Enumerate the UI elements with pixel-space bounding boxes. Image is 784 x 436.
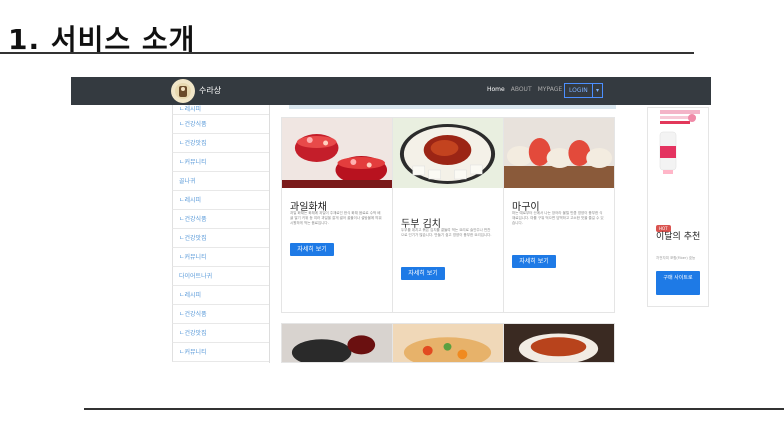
sidebar-item[interactable]: 다이어트나귀 (172, 267, 269, 286)
sidebar-item[interactable]: ㄴ커뮤니티 (172, 248, 269, 267)
detail-button[interactable]: 자세히 보기 (290, 243, 334, 256)
sidebar-item[interactable]: ㄴ건강식품 (172, 115, 269, 134)
slide: 1. 서비스 소개 수라상 Home ABOUT MYPAGE LOGIN ▾ … (0, 0, 784, 436)
ad-product-image[interactable] (652, 108, 706, 186)
recipe-card: 마구이 마는 예로부터 산에서 나는 장어라 불릴 만큼 영양이 풍부한 식재료… (504, 118, 614, 312)
nav-home[interactable]: Home (487, 86, 505, 93)
nav-links: Home ABOUT MYPAGE (487, 86, 562, 93)
sidebar: ㄴ레시피 ㄴ건강식품 ㄴ건강맛집 ㄴ커뮤니티 골나귀 ㄴ레시피 ㄴ건강식품 ㄴ건… (172, 105, 270, 363)
sidebar-item[interactable]: ㄴ레시피 (172, 105, 269, 115)
card-description: 마는 예로부터 산에서 나는 장어라 불릴 만큼 영양이 풍부한 식재료입니다.… (512, 211, 604, 225)
sidebar-item[interactable]: ㄴ건강맛집 (172, 229, 269, 248)
grilled-yam-image[interactable] (504, 118, 614, 188)
login-button[interactable]: LOGIN (564, 83, 593, 98)
top-banner-strip (289, 105, 616, 109)
recipe-card: 두부 김치 두부를 데치고 볶은 김치를 곁들여 먹는 요리로 술안주나 반찬으… (393, 118, 504, 312)
ad-title: 이달의 추천 (656, 232, 701, 242)
recipe-cards-row-2 (281, 323, 615, 363)
nav-mypage[interactable]: MYPAGE (538, 86, 563, 93)
navbar: 수라상 Home ABOUT MYPAGE LOGIN ▾ (71, 77, 711, 105)
brand-name[interactable]: 수라상 (199, 85, 221, 96)
recipe-image[interactable] (393, 324, 504, 362)
sidebar-item[interactable]: ㄴ커뮤니티 (172, 153, 269, 172)
fruit-punch-image[interactable] (282, 118, 392, 188)
logo-icon[interactable] (171, 79, 195, 103)
tofu-kimchi-image[interactable] (393, 118, 503, 188)
detail-button[interactable]: 자세히 보기 (512, 255, 556, 268)
buy-site-button[interactable]: 구매 사이트로 (656, 271, 700, 295)
recipe-card: 과일화채 과일 화채는 화채에 과일이 주재료인 한식 화채 음료로 수박 배 … (282, 118, 393, 312)
sidebar-item[interactable]: ㄴ커뮤니티 (172, 343, 269, 362)
website-screenshot: 수라상 Home ABOUT MYPAGE LOGIN ▾ ㄴ레시피 ㄴ건강식품… (71, 77, 711, 364)
recipe-cards: 과일화채 과일 화채는 화채에 과일이 주재료인 한식 화채 음료로 수박 배 … (281, 117, 615, 313)
sidebar-item[interactable]: ㄴ건강맛집 (172, 134, 269, 153)
hot-badge: HOT (656, 225, 671, 232)
sidebar-item[interactable]: ㄴ건강맛집 (172, 324, 269, 343)
card-description: 과일 화채는 화채에 과일이 주재료인 한식 화채 음료로 수박 배 귤 딸기 … (290, 211, 382, 225)
ad-sidebar: HOT 이달의 추천 차전자피 포함(Fiber) 효능 구매 사이트로 (647, 107, 709, 307)
chevron-down-icon[interactable]: ▾ (592, 83, 603, 98)
sidebar-item[interactable]: ㄴ레시피 (172, 286, 269, 305)
sidebar-item[interactable]: 골나귀 (172, 172, 269, 191)
recipe-image[interactable] (504, 324, 614, 362)
sidebar-item[interactable]: ㄴ레시피 (172, 191, 269, 210)
bottom-divider (84, 408, 784, 410)
recipe-image[interactable] (282, 324, 393, 362)
ad-subtitle: 차전자피 포함(Fiber) 효능 (656, 256, 696, 260)
nav-about[interactable]: ABOUT (511, 86, 532, 93)
detail-button[interactable]: 자세히 보기 (401, 267, 445, 280)
sidebar-item[interactable]: ㄴ건강식품 (172, 305, 269, 324)
card-description: 두부를 데치고 볶은 김치를 곁들여 먹는 요리로 술안주나 반찬으로 인기가 … (401, 228, 492, 237)
title-divider (0, 52, 694, 54)
sidebar-item[interactable]: ㄴ건강식품 (172, 210, 269, 229)
